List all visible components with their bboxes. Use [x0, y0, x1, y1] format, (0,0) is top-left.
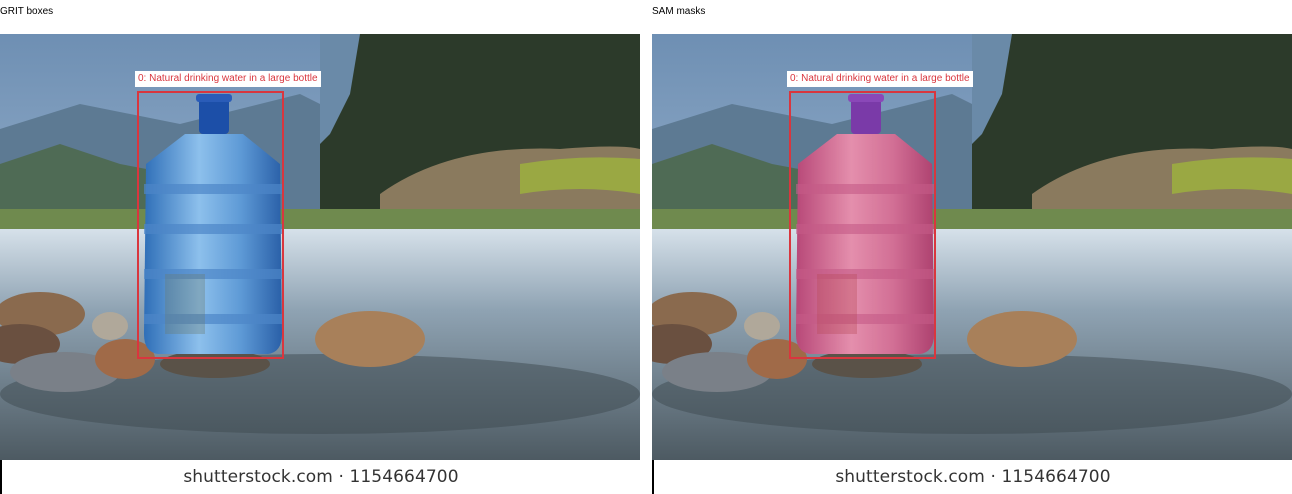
image-panel-grit: 0: Natural drinking water in a large bot…: [0, 34, 640, 494]
detection-box: [137, 91, 284, 359]
watermark-text: shutterstock.com · 1154664700: [835, 467, 1111, 487]
watermark-bar: shutterstock.com · 1154664700: [0, 460, 640, 494]
panel-title-right: SAM masks: [652, 6, 706, 17]
panel-title-left: GRIT boxes: [0, 6, 54, 17]
photo-water-bottle-river: [0, 34, 640, 460]
image-panel-sam: 0: Natural drinking water in a large bot…: [652, 34, 1292, 494]
watermark-bar: shutterstock.com · 1154664700: [652, 460, 1292, 494]
detection-label: 0: Natural drinking water in a large bot…: [135, 71, 321, 87]
detection-box: [789, 91, 936, 359]
detection-label: 0: Natural drinking water in a large bot…: [787, 71, 973, 87]
watermark-text: shutterstock.com · 1154664700: [183, 467, 459, 487]
photo-water-bottle-river-masked: [652, 34, 1292, 460]
